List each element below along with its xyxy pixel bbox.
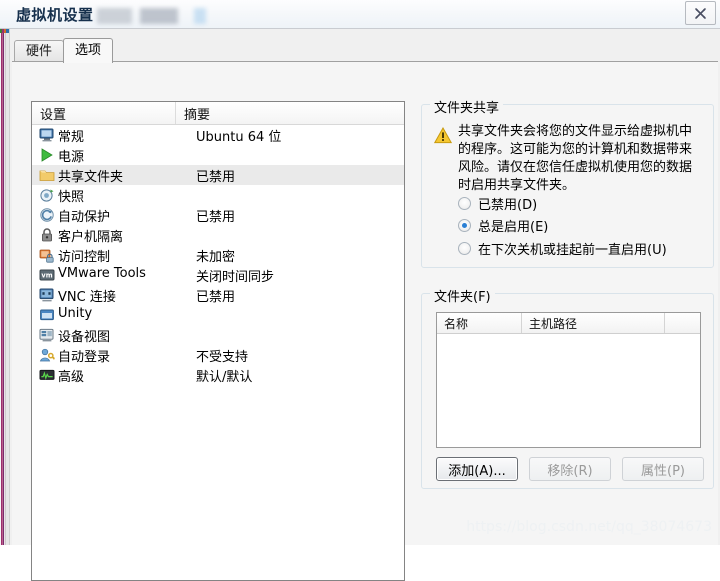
radio-sharing-always-enabled[interactable]: 总是启用(E)	[458, 215, 548, 235]
remove-folder-button: 移除(R)	[529, 457, 611, 481]
settings-row-13[interactable]: 高级 默认/默认	[32, 365, 404, 385]
tab-content-options: 设置 摘要 常规 Ubuntu 64 位电源 共享文件夹 已禁用 快照 自动保护 已禁用 客户…	[12, 61, 718, 581]
settings-list-rows: 常规 Ubuntu 64 位电源 共享文件夹 已禁用 快照 自动保护 已禁用 客户机隔离 访问控…	[32, 125, 404, 385]
settings-row-1[interactable]: 常规 Ubuntu 64 位	[32, 125, 404, 145]
device-view-icon	[39, 327, 55, 343]
settings-row-label: 设备视图	[58, 330, 111, 345]
advanced-icon	[39, 367, 55, 383]
dialog-body: 硬件 选项 设置 摘要 常规 Ubuntu 64 位电源 共享文件夹 已禁用 快照 自动保…	[9, 29, 720, 581]
folder-sharing-warning-text: 共享文件夹会将您的文件显示给虚拟机中的程序。这可能为您的计算机和数据带来风险。请…	[458, 124, 693, 193]
folders-column-host-path[interactable]: 主机路径	[529, 315, 577, 332]
header-column-divider	[175, 102, 176, 124]
folders-column-name[interactable]: 名称	[444, 315, 468, 332]
window-edge-strip	[0, 29, 9, 545]
tab-hardware[interactable]: 硬件	[14, 40, 65, 62]
settings-row-8[interactable]: vm VMware Tools 关闭时间同步	[32, 265, 404, 285]
settings-row-3[interactable]: 共享文件夹 已禁用	[32, 165, 404, 185]
radio-label-always-enabled: 总是启用(E)	[478, 219, 549, 235]
settings-row-label: 自动登录	[58, 350, 111, 365]
radio-mark-disabled	[458, 196, 471, 210]
radio-mark-until-shutdown	[458, 241, 471, 255]
folders-group: 文件夹(F) 名称 主机路径 添加(A)... 移除(R) 属性(P)	[421, 286, 714, 489]
power-play-icon	[39, 147, 55, 163]
settings-row-summary: 已禁用	[196, 210, 236, 225]
settings-row-label: 共享文件夹	[58, 170, 124, 185]
settings-list-header: 设置 摘要	[32, 102, 404, 125]
radio-sharing-disabled[interactable]: 已禁用(D)	[458, 193, 537, 213]
settings-row-summary: 关闭时间同步	[196, 270, 275, 285]
settings-row-6[interactable]: 客户机隔离	[32, 225, 404, 245]
folders-divider-2	[664, 313, 665, 333]
options-right-panel: 文件夹共享 共享文件夹会将您的文件显示给虚拟机中的程序。这可能为您的计算机和数据…	[414, 90, 714, 510]
unity-icon	[39, 307, 55, 323]
folder-sharing-group-title: 文件夹共享	[430, 97, 504, 116]
settings-row-2[interactable]: 电源	[32, 145, 404, 165]
tab-options[interactable]: 选项	[63, 38, 114, 63]
radio-sharing-until-shutdown[interactable]: 在下次关机或挂起前一直启用(U)	[458, 238, 667, 258]
settings-row-label: 客户机隔离	[58, 230, 124, 245]
settings-row-label: VNC 连接	[58, 290, 116, 305]
folders-group-title: 文件夹(F)	[430, 286, 495, 305]
settings-row-summary: 已禁用	[196, 290, 236, 305]
svg-text:vm: vm	[41, 272, 52, 280]
settings-row-summary: 不受支持	[196, 350, 249, 365]
monitor-icon	[39, 127, 55, 143]
folders-divider-1	[521, 313, 522, 333]
settings-row-summary: 未加密	[196, 250, 236, 265]
close-button[interactable]	[685, 1, 716, 25]
add-folder-button[interactable]: 添加(A)...	[436, 457, 518, 481]
snapshot-icon	[39, 187, 55, 203]
settings-row-label: Unity	[58, 306, 93, 321]
redacted-title-suffix	[97, 8, 227, 24]
window-title: 虚拟机设置	[16, 6, 94, 24]
settings-row-label: 电源	[58, 150, 85, 165]
settings-row-summary: 已禁用	[196, 170, 236, 185]
close-icon	[695, 7, 706, 19]
autoprotect-icon	[39, 207, 55, 223]
lock-icon	[39, 227, 55, 243]
settings-row-12[interactable]: 自动登录 不受支持	[32, 345, 404, 365]
settings-row-11[interactable]: 设备视图	[32, 325, 404, 345]
settings-row-label: 自动保护	[58, 210, 111, 225]
radio-mark-always-enabled	[458, 218, 471, 232]
title-bar: 虚拟机设置	[0, 0, 720, 29]
folder-icon	[39, 167, 55, 183]
settings-row-4[interactable]: 快照	[32, 185, 404, 205]
tab-strip: 硬件 选项	[10, 38, 720, 63]
folder-sharing-group: 文件夹共享 共享文件夹会将您的文件显示给虚拟机中的程序。这可能为您的计算机和数据…	[421, 97, 714, 268]
settings-row-summary: Ubuntu 64 位	[196, 130, 282, 145]
column-header-setting[interactable]: 设置	[40, 104, 66, 123]
settings-row-label: VMware Tools	[58, 266, 146, 281]
settings-row-label: 常规	[58, 130, 85, 145]
window-edge-strip-top	[0, 29, 9, 33]
vm-settings-window: 虚拟机设置 硬件 选项 设置 摘要 常规 Ubuntu 64 位 电源 共享文件…	[0, 0, 720, 581]
radio-label-disabled: 已禁用(D)	[478, 197, 538, 213]
vnc-icon	[39, 287, 55, 303]
access-control-icon	[39, 247, 55, 263]
settings-row-label: 快照	[58, 190, 85, 205]
settings-row-7[interactable]: 访问控制 未加密	[32, 245, 404, 265]
vmware-tools-icon: vm	[39, 267, 55, 283]
settings-row-5[interactable]: 自动保护 已禁用	[32, 205, 404, 225]
settings-row-9[interactable]: VNC 连接 已禁用	[32, 285, 404, 305]
folder-properties-button: 属性(P)	[622, 457, 704, 481]
settings-row-label: 访问控制	[58, 250, 111, 265]
auto-login-icon	[39, 347, 55, 363]
settings-row-summary: 默认/默认	[196, 370, 253, 385]
settings-row-10[interactable]: Unity	[32, 305, 404, 325]
column-header-summary[interactable]: 摘要	[184, 104, 210, 123]
settings-list[interactable]: 设置 摘要 常规 Ubuntu 64 位电源 共享文件夹 已禁用 快照 自动保护 已禁用 客户…	[31, 101, 405, 581]
settings-row-label: 高级	[58, 370, 85, 385]
folders-table[interactable]: 名称 主机路径	[436, 312, 701, 448]
watermark: https://blog.csdn.net/qq_38074673	[466, 519, 712, 535]
warning-icon	[434, 127, 452, 144]
folders-table-header: 名称 主机路径	[437, 313, 700, 334]
radio-label-until-shutdown: 在下次关机或挂起前一直启用(U)	[478, 242, 667, 258]
